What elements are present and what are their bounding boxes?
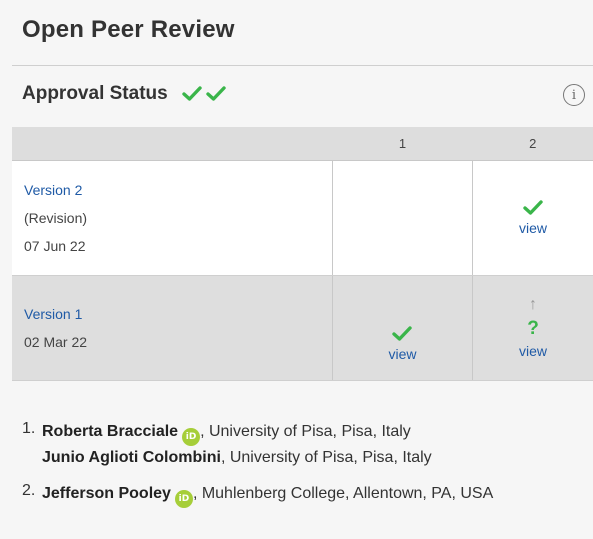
reviewer-affiliation: , Muhlenberg College, Allentown, PA, USA: [192, 485, 494, 502]
reviewer-column-header: 1: [332, 127, 473, 161]
table-header-cell: [12, 127, 333, 161]
list-item: 1. Roberta Bracciale iD, University of Pi…: [22, 420, 493, 470]
view-review-link[interactable]: view: [388, 346, 416, 362]
view-review-link[interactable]: view: [519, 343, 547, 359]
review-cell: view: [332, 275, 473, 381]
table-row: Version 1 02 Mar 22 view ↑ ? view: [12, 275, 593, 381]
list-number: 2.: [22, 482, 36, 499]
list-number: 1.: [22, 420, 36, 437]
orcid-icon[interactable]: iD: [174, 490, 193, 508]
check-icon: [392, 325, 413, 341]
review-cell: view: [472, 160, 593, 276]
approval-status: Approval Status: [22, 83, 226, 105]
check-icon: [523, 199, 543, 215]
table-header-row: 1 2: [12, 127, 593, 161]
arrow-up-icon: ↑: [528, 296, 537, 313]
check-icon: [206, 86, 226, 101]
reviewer-list: 1. Roberta Bracciale iD, University of Pi…: [22, 420, 493, 520]
page-title: Open Peer Review: [22, 16, 235, 43]
question-icon: ?: [527, 318, 539, 339]
version-cell: Version 1 02 Mar 22: [12, 275, 333, 381]
version-note: (Revision): [24, 209, 88, 226]
review-cell: ↑ ? view: [472, 275, 593, 381]
reviewer-column-header: 2: [472, 127, 593, 161]
reviewer-name: Jefferson Pooley: [42, 485, 171, 502]
reviewer-affiliation: , University of Pisa, Pisa, Italy: [220, 449, 432, 466]
approval-status-label: Approval Status: [22, 83, 168, 104]
orcid-icon[interactable]: iD: [182, 428, 201, 446]
check-icon: [182, 86, 202, 101]
review-cell-empty: [332, 160, 473, 276]
list-item: 2. Jefferson Pooley iD, Muhlenberg Colleg…: [22, 482, 493, 508]
version-link[interactable]: Version 1: [24, 306, 331, 322]
divider: [12, 65, 593, 66]
approval-checks: [182, 86, 226, 102]
version-cell: Version 2 (Revision) 07 Jun 22: [12, 160, 333, 276]
review-status-table: 1 2 Version 2 (Revision) 07 Jun 22 view …: [12, 127, 593, 381]
reviewer-name: Junio Aglioti Colombini: [42, 449, 221, 466]
reviewer-affiliation: , University of Pisa, Pisa, Italy: [200, 423, 411, 440]
table-row: Version 2 (Revision) 07 Jun 22 view: [12, 160, 593, 276]
info-icon[interactable]: i: [563, 84, 585, 106]
version-date: 07 Jun 22: [24, 237, 86, 254]
version-date: 02 Mar 22: [24, 333, 88, 350]
view-review-link[interactable]: view: [519, 220, 547, 236]
reviewer-name: Roberta Bracciale: [42, 423, 179, 440]
open-peer-review-panel: Open Peer Review Approval Status i 1 2 V…: [0, 0, 593, 539]
version-link[interactable]: Version 2: [24, 182, 331, 198]
